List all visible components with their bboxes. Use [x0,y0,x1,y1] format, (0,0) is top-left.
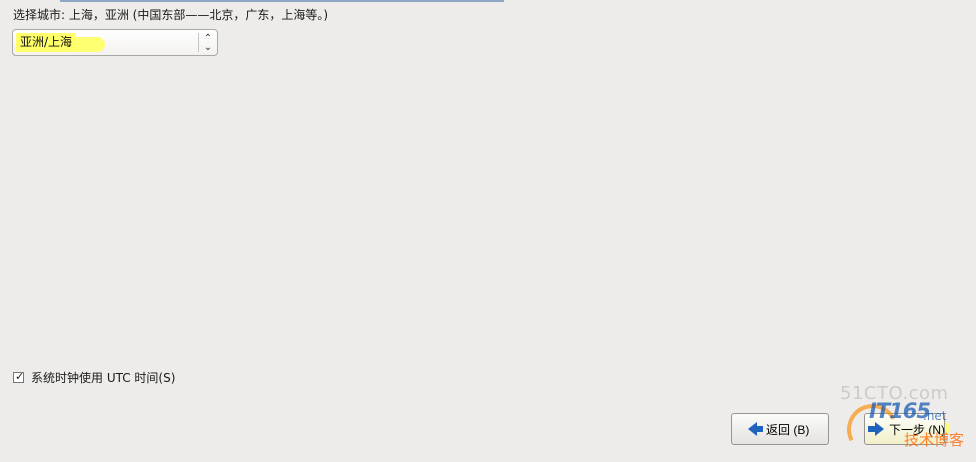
next-button-label: 下一步 (N) [889,422,945,437]
city-select[interactable]: 亚洲/上海 ⌃ ⌄ [12,29,218,56]
select-divider [198,33,199,52]
utc-checkbox-row[interactable]: 系统时钟使用 UTC 时间(S) [13,369,175,385]
back-button[interactable]: 返回 (B) [731,413,829,445]
selected-city: 亚洲/上海 [18,35,75,50]
arrow-right-icon [868,422,884,436]
watermark-faint-text: 51CTO.com [840,383,949,404]
top-divider [60,0,504,2]
up-down-spinner-icon[interactable]: ⌃ ⌄ [202,34,214,53]
arrow-left-icon [748,422,763,436]
city-selection-label: 选择城市: 上海，亚洲 (中国东部——北京，广东，上海等。) [13,8,329,22]
utc-checkbox[interactable] [13,370,24,384]
next-button[interactable]: 下一步 (N) [864,413,945,445]
utc-checkbox-label: 系统时钟使用 UTC 时间(S) [31,370,176,385]
back-button-label: 返回 (B) [766,422,810,437]
